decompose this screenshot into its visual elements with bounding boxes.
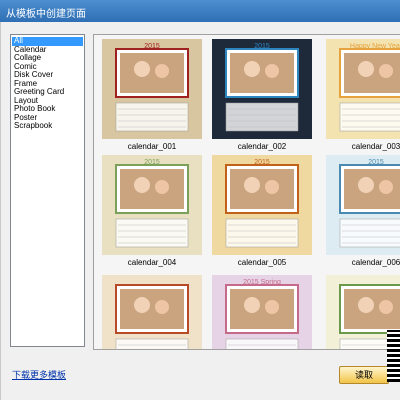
- template-thumbnail[interactable]: 2015: [212, 39, 312, 139]
- title-bar: 从模板中创建页面: [0, 0, 400, 22]
- template-caption: calendar_004: [127, 258, 177, 267]
- template-year-label: 2015: [368, 159, 384, 166]
- template-preview-image: 2015: [339, 159, 400, 248]
- category-item[interactable]: Scrapbook: [12, 121, 83, 131]
- template-preview-image: 2015 Spring: [225, 279, 299, 349]
- template-year-label: 2015: [254, 43, 270, 50]
- template-year-label: 2015: [254, 159, 270, 166]
- template-year-label: 2015: [144, 43, 160, 50]
- window-title: 从模板中创建页面: [6, 9, 86, 20]
- download-more-templates-link[interactable]: 下载更多模板: [12, 368, 66, 381]
- template-year-label: 2015 Spring: [243, 279, 281, 286]
- template-thumbnail[interactable]: 2015: [102, 155, 202, 255]
- template-thumbnail[interactable]: 2015: [102, 39, 202, 139]
- template-year-label: Happy New Year: [350, 43, 400, 50]
- template-thumbnail[interactable]: Happy New Year: [326, 39, 400, 139]
- template-preview-image: 2015: [115, 43, 189, 132]
- template-preview-image: 2015: [115, 159, 189, 248]
- qr-code-icon: [387, 330, 400, 382]
- template-caption: calendar_005: [237, 258, 287, 267]
- template-gallery[interactable]: 2015 calendar_001 2015 calendar_002 Happy Ne…: [93, 34, 400, 350]
- template-thumbnail[interactable]: [102, 275, 202, 349]
- template-thumbnail[interactable]: 2015 Spring: [212, 275, 312, 349]
- template-preview-image: 2015: [225, 159, 299, 248]
- template-thumbnail[interactable]: 2015: [212, 155, 312, 255]
- template-caption: calendar_002: [237, 142, 287, 151]
- template-preview-image: 2015: [225, 43, 299, 132]
- category-list[interactable]: All Calendar Collage Comic Disk Cover Frame Gr…: [10, 34, 85, 347]
- load-button[interactable]: 读取: [339, 366, 389, 384]
- template-preview-image: [115, 284, 189, 349]
- template-thumbnail[interactable]: 2015: [326, 155, 400, 255]
- template-caption: calendar_003: [351, 142, 400, 151]
- template-caption: calendar_001: [127, 142, 177, 151]
- template-preview-image: Happy New Year: [339, 43, 400, 132]
- template-caption: calendar_006: [351, 258, 400, 267]
- template-year-label: 2015: [144, 159, 160, 166]
